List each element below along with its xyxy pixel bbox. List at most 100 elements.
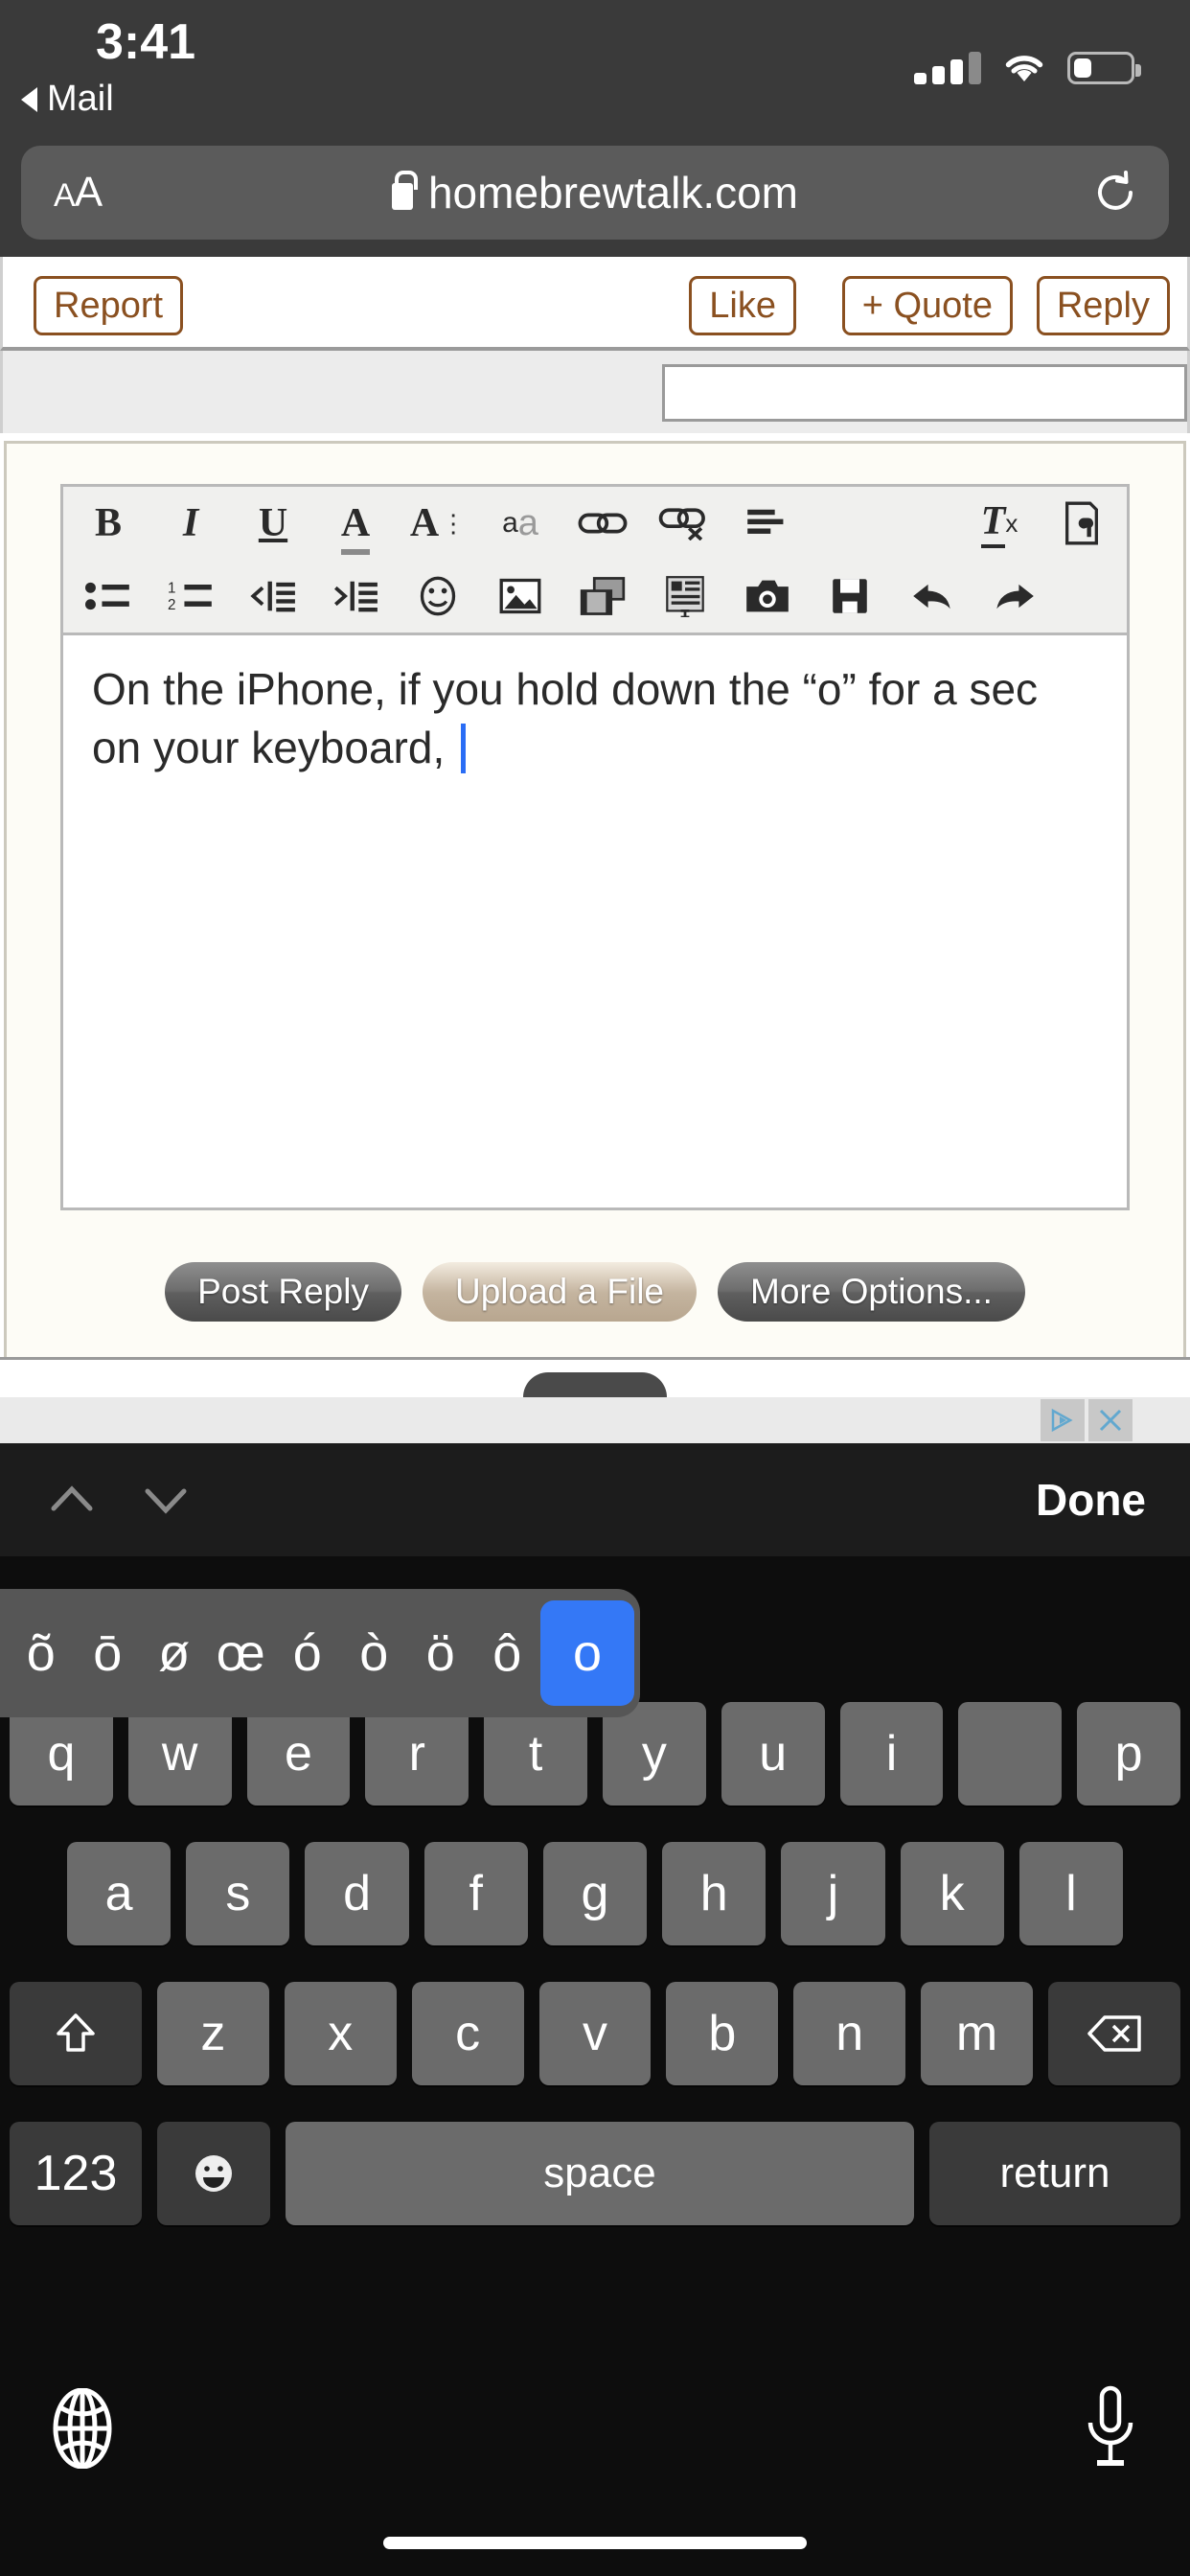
outdent-icon[interactable] [232,562,314,631]
lock-icon [391,171,418,210]
numbered-list-icon[interactable]: 1 2 [149,562,232,631]
battery-icon [1067,52,1141,84]
key-f[interactable]: f [423,1842,528,1945]
key-s[interactable]: s [186,1842,290,1945]
emoji-icon[interactable] [157,2122,270,2225]
like-button[interactable]: Like [689,276,796,335]
bullet-list-icon[interactable] [67,562,149,631]
camera-icon[interactable] [726,562,809,631]
insert-media-icon[interactable] [561,562,644,631]
key-r[interactable]: r [365,1702,469,1806]
remove-link-icon[interactable] [644,489,726,558]
key-x[interactable]: x [284,1982,397,2085]
key-b[interactable]: b [666,1982,779,2085]
space-key[interactable]: space [286,2122,914,2225]
font-size-icon[interactable]: A ⋮ [397,489,479,558]
cellular-signal-icon [914,52,981,84]
close-icon[interactable] [1088,1399,1133,1441]
font-family-icon[interactable]: aa [479,489,561,558]
safari-chrome: 3:41 Mail AA homebrewtalk.com [0,0,1190,257]
key-k[interactable]: k [900,1842,1004,1945]
key-j[interactable]: j [781,1842,885,1945]
indent-icon[interactable] [314,562,397,631]
globe-icon[interactable] [42,2387,123,2470]
iphone-screen: 3:41 Mail AA homebrewtalk.com Report Lik… [0,0,1190,2576]
keyboard-accessory-bar: Done [0,1443,1190,1556]
url-text: homebrewtalk.com [427,168,799,218]
key-z[interactable]: z [157,1982,269,2085]
key-m[interactable]: m [921,1982,1034,2085]
numbers-key[interactable]: 123 [10,2122,142,2225]
chevron-down-icon[interactable] [138,1472,194,1528]
key-h[interactable]: h [662,1842,767,1945]
reload-icon[interactable] [1094,170,1136,216]
editor-tools-icon[interactable] [1041,489,1123,558]
more-options-button[interactable]: More Options... [718,1262,1025,1322]
url-bar[interactable]: AA homebrewtalk.com [21,146,1169,240]
bold-icon[interactable]: B [67,489,149,558]
insert-text-block-icon[interactable] [644,562,726,631]
key-d[interactable]: d [305,1842,409,1945]
accent-option-ograve[interactable]: ò [341,1623,408,1683]
form-button-row: Post Reply Upload a File More Options... [7,1262,1183,1322]
keyboard-row-3: z x c v b n m [0,1982,1190,2085]
key-t[interactable]: t [484,1702,587,1806]
key-y[interactable]: y [602,1702,706,1806]
redo-icon[interactable] [973,562,1056,631]
reply-editor: B I U A A ⋮ aa T x 1 2 On the iPhone, if… [60,484,1130,1210]
post-reply-button[interactable]: Post Reply [165,1262,401,1322]
insert-link-icon[interactable] [561,489,644,558]
key-l[interactable]: l [1018,1842,1123,1945]
key-o[interactable]: o [958,1702,1063,1806]
accent-option-otilde[interactable]: õ [8,1623,75,1683]
key-v[interactable]: v [538,1982,652,2085]
insert-image-icon[interactable] [479,562,561,631]
accent-option-o-selected[interactable]: o [540,1600,634,1706]
quote-button[interactable]: + Quote [841,276,1013,335]
webpage-content: Report Like + Quote Reply B I U A A ⋮ a … [0,257,1190,1443]
underline-icon[interactable]: U [232,489,314,558]
key-q[interactable]: q [10,1702,113,1806]
reply-text-area[interactable]: On the iPhone, if you hold down the “o” … [63,632,1127,1208]
editor-toolbar-row-2: 1 2 [63,560,1127,632]
save-draft-icon[interactable] [809,562,891,631]
undo-icon[interactable] [891,562,973,631]
key-g[interactable]: g [542,1842,648,1945]
accent-option-oslash[interactable]: ø [141,1623,208,1683]
key-w[interactable]: w [127,1702,232,1806]
back-to-mail-link[interactable]: Mail [21,79,114,120]
return-key[interactable]: return [929,2122,1180,2225]
italic-icon[interactable]: I [149,489,232,558]
align-left-icon[interactable] [726,489,809,558]
key-p[interactable]: p [1077,1702,1180,1806]
reply-button[interactable]: Reply [1036,276,1170,335]
remove-formatting-icon[interactable]: Tx [958,489,1041,558]
text-color-icon[interactable]: A [314,489,397,558]
adchoices-icon[interactable] [1041,1399,1085,1441]
report-button[interactable]: Report [34,276,184,335]
key-e[interactable]: e [246,1702,351,1806]
key-c[interactable]: c [411,1982,524,2085]
smiley-icon[interactable] [397,562,479,631]
reply-text: On the iPhone, if you hold down the “o” … [92,664,1050,772]
microphone-icon[interactable] [1081,2384,1140,2474]
backspace-icon[interactable] [1048,1982,1181,2085]
upload-file-button[interactable]: Upload a File [422,1262,697,1322]
svg-text:1: 1 [168,581,176,597]
accent-option-ocircumflex[interactable]: ô [474,1623,541,1683]
key-a[interactable]: a [67,1842,172,1945]
accent-option-omacron[interactable]: ō [75,1623,142,1683]
status-indicators [914,38,1141,84]
key-n[interactable]: n [793,1982,906,2085]
post-action-bar: Report Like + Quote Reply [0,257,1190,351]
accent-option-odiaeresis[interactable]: ö [407,1623,474,1683]
chevron-up-icon[interactable] [44,1472,100,1528]
keyboard-done-button[interactable]: Done [1036,1474,1146,1526]
shift-icon[interactable] [10,1982,142,2085]
quick-reply-input[interactable] [662,364,1187,422]
accent-option-oe[interactable]: œ [208,1623,275,1683]
key-u[interactable]: u [721,1702,825,1806]
key-i[interactable]: i [839,1702,944,1806]
url-display[interactable]: homebrewtalk.com [21,167,1169,218]
accent-option-oacute[interactable]: ó [274,1623,341,1683]
